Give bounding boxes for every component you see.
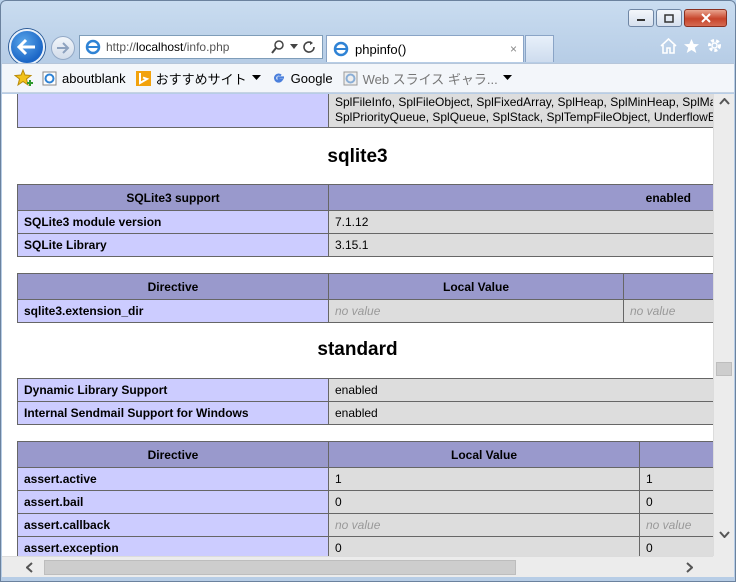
- gear-icon[interactable]: [706, 37, 723, 54]
- tab-title: phpinfo(): [355, 41, 407, 57]
- scroll-right-icon[interactable]: [686, 562, 693, 573]
- scroll-down-icon[interactable]: [719, 531, 730, 538]
- spl-table: SplFileInfo, SplFileObject, SplFixedArra…: [17, 94, 713, 128]
- maximize-icon: [664, 13, 674, 23]
- spl-classes-value: SplFileInfo, SplFileObject, SplFixedArra…: [328, 94, 713, 128]
- scroll-left-icon[interactable]: [26, 562, 33, 573]
- close-icon: [700, 13, 711, 23]
- standard-directive-table: Directive Local Value assert.active 1 1 …: [17, 441, 713, 556]
- address-bar[interactable]: http://localhost/info.php: [79, 35, 323, 59]
- table-row: assert.callback no value no value: [17, 513, 713, 537]
- vertical-scrollbar[interactable]: [713, 94, 734, 556]
- horizontal-scroll-thumb[interactable]: [44, 560, 516, 575]
- google-icon: [273, 72, 284, 83]
- favorite-aboutblank[interactable]: aboutblank: [42, 71, 126, 86]
- favorites-star-icon[interactable]: [683, 38, 700, 54]
- dropdown-arrow-icon: [502, 75, 512, 80]
- web-slice-icon: [343, 71, 358, 85]
- section-title-standard: standard: [317, 339, 398, 360]
- table-row: Internal Sendmail Support for Windows en…: [17, 401, 713, 425]
- minimize-button[interactable]: [628, 9, 654, 27]
- close-window-button[interactable]: [684, 9, 727, 27]
- sqlite3-info-table: SQLite3 support enabled SQLite3 module v…: [17, 184, 713, 257]
- table-row: assert.bail 0 0: [17, 490, 713, 514]
- section-title-sqlite3: sqlite3: [327, 146, 388, 167]
- tab-phpinfo[interactable]: phpinfo() ×: [326, 35, 524, 62]
- favorite-google[interactable]: Google: [271, 71, 333, 86]
- favorites-bar: aboutblank おすすめサイト Google Web スライス ギャラ..…: [2, 63, 734, 93]
- scrollbar-corner: [713, 556, 734, 577]
- forward-button[interactable]: [51, 36, 75, 60]
- dropdown-arrow-icon[interactable]: [290, 44, 298, 50]
- favorites-add-icon[interactable]: [14, 69, 34, 87]
- refresh-icon[interactable]: [303, 40, 316, 54]
- search-icon[interactable]: [271, 40, 285, 54]
- toolbar-right: [660, 37, 723, 54]
- favorite-web-slice[interactable]: Web スライス ギャラ...: [343, 69, 512, 88]
- scroll-up-icon[interactable]: [719, 98, 730, 105]
- forward-arrow-icon: [57, 42, 70, 54]
- favorite-osusume[interactable]: おすすめサイト: [135, 69, 261, 88]
- back-button[interactable]: [9, 29, 45, 65]
- sqlite3-directive-table: Directive Local Value sqlite3.extension_…: [17, 273, 713, 323]
- vertical-scroll-thumb[interactable]: [716, 362, 732, 376]
- table-row: SQLite Library 3.15.1: [17, 233, 713, 257]
- minimize-icon: [637, 19, 645, 21]
- maximize-button[interactable]: [656, 9, 682, 27]
- back-arrow-icon: [17, 38, 35, 56]
- ie-page-icon: [85, 39, 101, 55]
- horizontal-scrollbar[interactable]: [2, 556, 713, 577]
- dropdown-arrow-icon: [251, 75, 261, 80]
- ie-page-icon: [42, 71, 57, 85]
- browser-window: http://localhost/info.php phpinfo() × ab…: [0, 0, 736, 582]
- table-row: SQLite3 module version 7.1.12: [17, 210, 713, 234]
- table-row: sqlite3.extension_dir no value no value: [17, 299, 713, 323]
- tab-close-button[interactable]: ×: [510, 42, 517, 56]
- new-tab-button[interactable]: [525, 35, 554, 62]
- home-icon[interactable]: [660, 37, 677, 54]
- standard-info-table: Dynamic Library Support enabled Internal…: [17, 378, 713, 425]
- table-row: Dynamic Library Support enabled: [17, 378, 713, 402]
- ie-page-icon: [333, 41, 349, 57]
- caption-buttons: [628, 9, 727, 27]
- bing-icon: [135, 70, 151, 86]
- table-row: assert.exception 0 0: [17, 536, 713, 556]
- page-content: SplFileInfo, SplFileObject, SplFixedArra…: [2, 94, 713, 556]
- address-url: http://localhost/info.php: [106, 40, 230, 54]
- table-row: assert.active 1 1: [17, 467, 713, 491]
